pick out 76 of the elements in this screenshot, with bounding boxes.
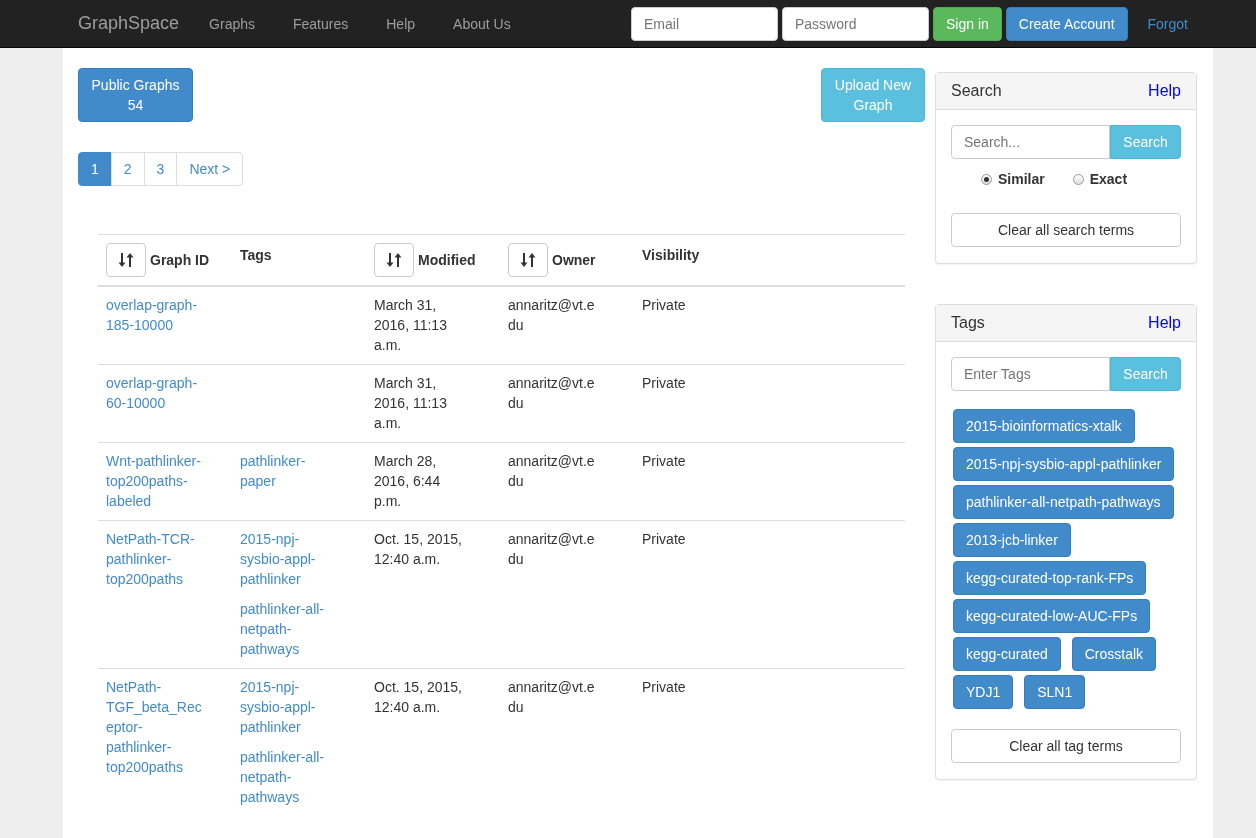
modified-date: Oct. 15, 2015, 12:40 a.m. <box>374 531 462 567</box>
tag-link[interactable]: pathlinker-paper <box>240 451 336 491</box>
visibility-text: Private <box>642 297 686 313</box>
help-link[interactable]: Help <box>1148 82 1181 100</box>
password-field[interactable]: Password <box>782 6 929 41</box>
page-link[interactable]: 3 <box>143 152 178 186</box>
nav-link[interactable]: About Us <box>453 15 511 32</box>
column-header: Owner <box>552 252 596 268</box>
modified-date: March 31, 2016, 11:13 a.m. <box>374 375 447 431</box>
page-link[interactable]: Next > <box>176 152 244 186</box>
tag-button[interactable]: 2013-jcb-linker <box>953 523 1071 557</box>
modified-date: March 31, 2016, 11:13 a.m. <box>374 297 447 353</box>
search-button[interactable]: Search <box>1110 357 1181 391</box>
create-account-button[interactable]: Create Account <box>1005 6 1128 41</box>
column-header: Graph ID <box>150 252 210 268</box>
column-header: Visibility <box>642 246 701 263</box>
sort-icon <box>386 252 402 268</box>
panel-title: Tags <box>951 314 985 332</box>
visibility-text: Private <box>642 679 686 695</box>
upload-graph-button[interactable]: Upload New Graph <box>821 68 925 122</box>
owner-email: annaritz@vt.edu <box>508 374 596 413</box>
owner-email: annaritz@vt.edu <box>508 296 596 335</box>
radio-label: Similar <box>998 171 1045 187</box>
sort-icon <box>118 252 134 268</box>
page-link[interactable]: 1 <box>78 152 112 186</box>
panel-title: Search <box>951 82 1002 100</box>
tags-field[interactable]: Enter Tags <box>951 357 1110 391</box>
tag-button[interactable]: 2015-npj-sysbio-appl-pathlinker <box>953 447 1175 481</box>
graph-link[interactable]: Wnt-pathlinker-top200paths-labeled <box>106 451 202 511</box>
sort-button[interactable] <box>374 243 414 277</box>
tag-button[interactable]: kegg-curated-top-rank-FPs <box>953 561 1147 595</box>
radio-label: Exact <box>1089 171 1128 187</box>
clear-tags-button[interactable]: Clear all tag terms <box>951 729 1181 763</box>
sort-button[interactable] <box>106 243 146 277</box>
graph-link[interactable]: overlap-graph-60-10000 <box>106 373 202 413</box>
tag-button[interactable]: kegg-curated-low-AUC-FPs <box>953 599 1151 633</box>
radio-button[interactable] <box>1072 173 1084 185</box>
tag-button[interactable]: YDJ1 <box>953 675 1014 709</box>
sort-button[interactable] <box>508 243 548 277</box>
owner-email: annaritz@vt.edu <box>508 452 596 491</box>
email-field[interactable]: Email <box>631 6 778 41</box>
page-link[interactable]: 2 <box>110 152 145 186</box>
sort-icon <box>520 252 536 268</box>
visibility-text: Private <box>642 531 686 547</box>
modified-date: March 28, 2016, 6:44 p.m. <box>374 453 441 509</box>
visibility-text: Private <box>642 453 686 469</box>
sign-in-button[interactable]: Sign in <box>933 6 1002 41</box>
column-header: Modified <box>418 252 476 268</box>
nav-link[interactable]: Graphs <box>209 15 255 32</box>
tag-link[interactable]: pathlinker-all-netpath-pathways <box>240 747 336 807</box>
tag-button[interactable]: pathlinker-all-netpath-pathways <box>953 485 1174 519</box>
brand-logo[interactable]: GraphSpace <box>78 13 180 34</box>
owner-email: annaritz@vt.edu <box>508 530 596 569</box>
public-graphs-button[interactable]: Public Graphs 54 <box>78 68 193 122</box>
tag-button[interactable]: SLN1 <box>1024 675 1086 709</box>
tag-button[interactable]: Crosstalk <box>1071 637 1157 671</box>
search-field[interactable]: Search... <box>951 125 1110 159</box>
nav-link[interactable]: Features <box>293 15 349 32</box>
radio-button[interactable] <box>981 173 992 185</box>
tag-button[interactable]: kegg-curated <box>953 637 1061 671</box>
graph-link[interactable]: overlap-graph-185-10000 <box>106 295 202 335</box>
clear-search-button[interactable]: Clear all search terms <box>951 213 1181 247</box>
visibility-text: Private <box>642 375 686 391</box>
tag-link[interactable]: 2015-npj-sysbio-appl-pathlinker <box>240 529 336 589</box>
tag-button[interactable]: 2015-bioinformatics-xtalk <box>953 409 1135 443</box>
owner-email: annaritz@vt.edu <box>508 678 596 717</box>
modified-date: Oct. 15, 2015, 12:40 a.m. <box>374 679 462 715</box>
tag-link[interactable]: pathlinker-all-netpath-pathways <box>240 599 336 659</box>
graph-link[interactable]: NetPath-TCR-pathlinker-top200paths <box>106 529 202 589</box>
tag-link[interactable]: 2015-npj-sysbio-appl-pathlinker <box>240 677 336 737</box>
graph-link[interactable]: NetPath-TGF_beta_Receptor-pathlinker-top200paths <box>106 677 202 777</box>
search-button[interactable]: Search <box>1110 125 1181 159</box>
forgot-link[interactable]: Forgot <box>1147 15 1188 32</box>
column-header: Tags <box>240 246 273 263</box>
help-link[interactable]: Help <box>1148 314 1181 332</box>
nav-link[interactable]: Help <box>386 15 416 32</box>
